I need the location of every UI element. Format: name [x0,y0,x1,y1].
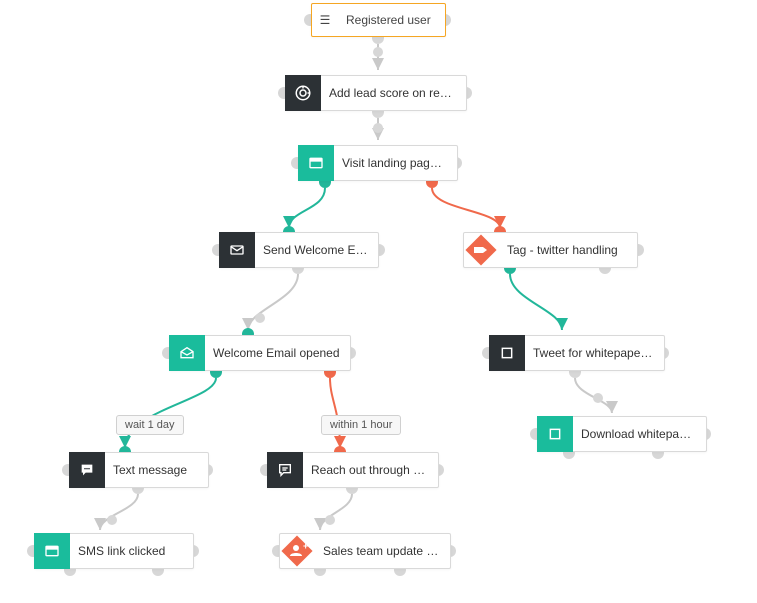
node-label: Add lead score on reg… [321,86,466,100]
edge-label-wait-1-day: wait 1 day [116,415,184,435]
chat-icon [267,452,303,488]
node-start-registered-user[interactable]: ☰ Registered user [311,3,446,37]
node-label: Visit landing page, ap… [334,156,457,170]
node-label: Welcome Email opened [205,346,350,360]
node-label: Send Welcome Email [255,243,378,257]
webpage-icon [34,533,70,569]
workflow-canvas[interactable]: ☰ Registered user Add lead score on reg…… [0,0,757,603]
mail-icon [219,232,255,268]
node-label: Text message [105,463,197,477]
pill-text: wait 1 day [125,419,175,431]
edge-label-within-1-hour: within 1 hour [321,415,401,435]
node-welcome-opened[interactable]: Welcome Email opened [169,335,351,371]
node-visit-landing-page[interactable]: Visit landing page, ap… [298,145,458,181]
node-reach-out[interactable]: Reach out through mu… [267,452,439,488]
node-label: Tweet for whitepaper … [525,346,664,360]
list-icon: ☰ [312,13,338,27]
node-send-welcome-email[interactable]: Send Welcome Email [219,232,379,268]
node-tweet-whitepaper[interactable]: Tweet for whitepaper … [489,335,665,371]
node-label: Sales team update for… [315,544,450,558]
node-label: SMS link clicked [70,544,175,558]
node-text-message[interactable]: Text message [69,452,209,488]
node-label: Reach out through mu… [303,463,438,477]
user-add-icon: + [279,533,315,569]
target-icon [285,75,321,111]
mail-open-icon [169,335,205,371]
tag-icon [463,232,499,268]
pill-text: within 1 hour [330,419,392,431]
node-tag-twitter[interactable]: Tag - twitter handling [463,232,638,268]
node-sales-team-update[interactable]: + Sales team update for… [279,533,451,569]
panel-icon [537,416,573,452]
sms-icon [69,452,105,488]
node-download-whitepaper[interactable]: Download whitepaper [537,416,707,452]
node-label: Registered user [338,13,441,27]
node-sms-link-clicked[interactable]: SMS link clicked [34,533,194,569]
node-label: Download whitepaper [573,427,706,441]
panel-icon [489,335,525,371]
node-label: Tag - twitter handling [499,243,628,257]
svg-text:+: + [303,541,308,551]
webpage-icon [298,145,334,181]
node-add-lead-score[interactable]: Add lead score on reg… [285,75,467,111]
